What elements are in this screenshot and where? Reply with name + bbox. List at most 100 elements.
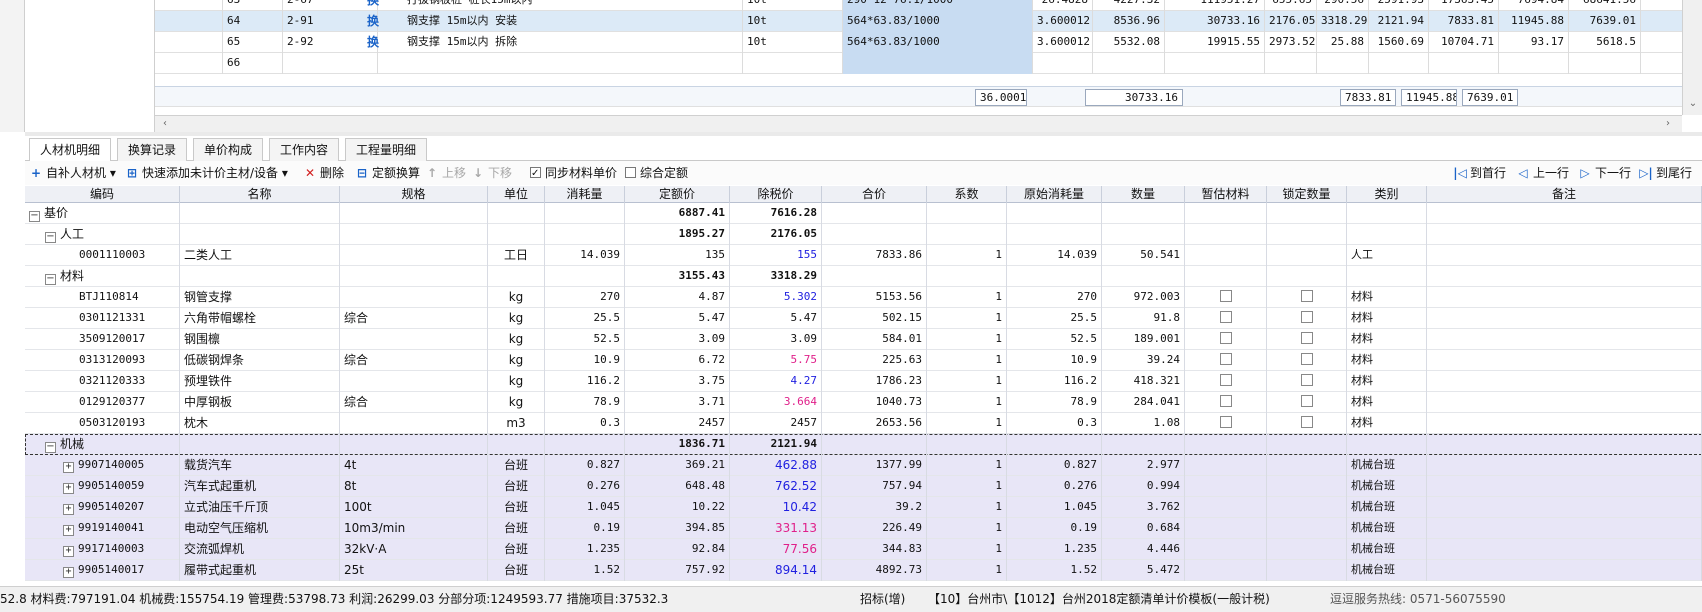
cell-category[interactable]: 材料 (1347, 413, 1427, 434)
column-header[interactable]: 除税价 (730, 186, 822, 203)
cell-name[interactable]: 电动空气压缩机 (180, 518, 340, 539)
checkbox-checked-icon[interactable] (530, 165, 541, 183)
cell-spec[interactable]: 4t (340, 455, 488, 476)
cell-v7[interactable]: 17363.45 (1429, 0, 1499, 11)
cell-qty[interactable]: 1.08 (1102, 413, 1185, 434)
lock-quantity-checkbox[interactable] (1300, 395, 1313, 407)
estimated-material-checkbox[interactable] (1219, 311, 1232, 323)
column-header[interactable]: 编码 (25, 186, 180, 203)
table-row[interactable]: 0301121331 六角带帽螺栓 综合 kg 25.5 5.47 5.47 502.15 1 2… (25, 308, 1702, 329)
cell-quota_price[interactable]: 369.21 (625, 455, 730, 476)
cell-orig[interactable]: 0.276 (1007, 476, 1102, 497)
cell-v7[interactable]: 7833.81 (1429, 11, 1499, 32)
cell-tax_free_price[interactable]: 155 (730, 245, 822, 266)
cell-category[interactable]: 材料 (1347, 350, 1427, 371)
cell-empty[interactable] (1427, 245, 1702, 266)
cell-code[interactable]: +9905140207 (25, 497, 180, 518)
cell-empty[interactable] (1267, 308, 1347, 329)
cell-name[interactable]: 载货汽车 (180, 455, 340, 476)
last-row-button[interactable]: ▷| 到尾行 (1639, 164, 1692, 182)
cell-empty[interactable] (1267, 497, 1347, 518)
cell-v6[interactable]: 1560.69 (1369, 32, 1429, 53)
cell-expr[interactable] (843, 53, 1033, 74)
cell-total[interactable]: 1040.73 (822, 392, 927, 413)
tab-work-content[interactable]: 工作内容 (269, 138, 340, 161)
column-header[interactable]: 类别 (1347, 186, 1427, 203)
column-header[interactable]: 锁定数量 (1267, 186, 1347, 203)
cell-unit[interactable]: m3 (488, 413, 545, 434)
tab-unit-price[interactable]: 单价构成 (193, 138, 264, 161)
table-row[interactable]: 65 2-92 钢支撑 15m以内 拆除 10t 564*63.83/1000 3.600… (155, 32, 1682, 53)
tab-quantity-detail[interactable]: 工程量明细 (345, 138, 428, 161)
cell-total[interactable]: 584.01 (822, 329, 927, 350)
cell-empty[interactable] (1267, 287, 1347, 308)
cell-coef[interactable]: 1 (927, 560, 1007, 581)
table-row[interactable]: BTJ110814 钢管支撑 kg 270 4.87 5.302 5153.56 1 270 97… (25, 287, 1702, 308)
cell-consumption[interactable]: 1.52 (545, 560, 625, 581)
delete-button[interactable]: ✕ 删除 (303, 164, 344, 182)
group-label-cell[interactable]: − 基价 (25, 203, 180, 224)
dropdown-arrow-icon[interactable]: ▾ (110, 166, 116, 180)
cell-category[interactable]: 机械台班 (1347, 497, 1427, 518)
lock-quantity-checkbox[interactable] (1300, 374, 1313, 386)
column-header[interactable]: 合价 (822, 186, 927, 203)
cell-orig[interactable]: 270 (1007, 287, 1102, 308)
cell-empty[interactable] (1267, 455, 1347, 476)
row-gutter[interactable] (155, 32, 223, 53)
cell-code[interactable]: 3509120017 (25, 329, 180, 350)
cell-name[interactable]: 钢支撑 15m以内 安装 (403, 11, 743, 32)
cell-empty[interactable] (1427, 518, 1702, 539)
cell-spec[interactable]: 综合 (340, 392, 488, 413)
cell-v4[interactable]: 2973.52 (1265, 32, 1317, 53)
cell-unit[interactable]: kg (488, 329, 545, 350)
cell-category[interactable]: 材料 (1347, 287, 1427, 308)
cell-consumption[interactable]: 14.039 (545, 245, 625, 266)
cell-qty[interactable]: 3.762 (1102, 497, 1185, 518)
cell-unit[interactable]: 工日 (488, 245, 545, 266)
cell-empty[interactable] (1185, 497, 1267, 518)
cell-spec[interactable]: 综合 (340, 308, 488, 329)
cell-category[interactable]: 机械台班 (1347, 476, 1427, 497)
cell-quota_price[interactable]: 757.92 (625, 560, 730, 581)
collapse-icon[interactable]: − (45, 274, 56, 285)
cell-coef[interactable]: 1 (927, 518, 1007, 539)
cell-empty[interactable] (1267, 476, 1347, 497)
cell-code[interactable]: +9905140017 (25, 560, 180, 581)
cell-orig[interactable]: 10.9 (1007, 350, 1102, 371)
cell-consumption[interactable]: 10.9 (545, 350, 625, 371)
cell-tax_free_price[interactable]: 2457 (730, 413, 822, 434)
checkbox-icon[interactable] (625, 167, 636, 178)
cell-consumption[interactable]: 1.235 (545, 539, 625, 560)
cell-code[interactable]: 0313120093 (25, 350, 180, 371)
expand-icon[interactable]: + (63, 567, 74, 578)
cell-qty[interactable]: 4.446 (1102, 539, 1185, 560)
cell-total[interactable]: 39.2 (822, 497, 927, 518)
expand-icon[interactable]: + (63, 525, 74, 536)
cell-empty[interactable] (1267, 329, 1347, 350)
cell-name[interactable]: 汽车式起重机 (180, 476, 340, 497)
cell-total[interactable]: 5153.56 (822, 287, 927, 308)
cell-tax_free_price[interactable]: 462.88 (730, 455, 822, 476)
cell-qty[interactable]: 0.994 (1102, 476, 1185, 497)
cell-quota_price[interactable]: 6.72 (625, 350, 730, 371)
cell-qty[interactable]: 2.977 (1102, 455, 1185, 476)
cell-v5[interactable] (1317, 53, 1369, 74)
cell-category[interactable]: 机械台班 (1347, 518, 1427, 539)
quota-convert-button[interactable]: ⊟ 定额换算 (355, 164, 420, 182)
cell-qty[interactable]: 5.472 (1102, 560, 1185, 581)
cell-empty[interactable] (1267, 245, 1347, 266)
cell-coef[interactable]: 1 (927, 287, 1007, 308)
cell-orig[interactable]: 1.235 (1007, 539, 1102, 560)
cell-unit[interactable]: 台班 (488, 497, 545, 518)
table-row[interactable]: +9919140041 电动空气压缩机 10m3/min 台班 0.19 394.85 33… (25, 518, 1702, 539)
table-row[interactable]: 64 2-91 钢支撑 15m以内 安装 10t 564*63.83/1000 3.600… (155, 11, 1682, 32)
cell-name[interactable]: 低碳钢焊条 (180, 350, 340, 371)
lock-quantity-checkbox[interactable] (1300, 332, 1313, 344)
table-row[interactable]: +9917140003 交流弧焊机 32kV·A 台班 1.235 92.84 77.56 3… (25, 539, 1702, 560)
expand-icon[interactable]: + (63, 462, 74, 473)
cell-name[interactable]: 枕木 (180, 413, 340, 434)
cell-v3[interactable] (1165, 53, 1265, 74)
cell-v3[interactable]: 30733.16 (1165, 11, 1265, 32)
column-header[interactable]: 暂估材料 (1185, 186, 1267, 203)
cell-total[interactable]: 502.15 (822, 308, 927, 329)
